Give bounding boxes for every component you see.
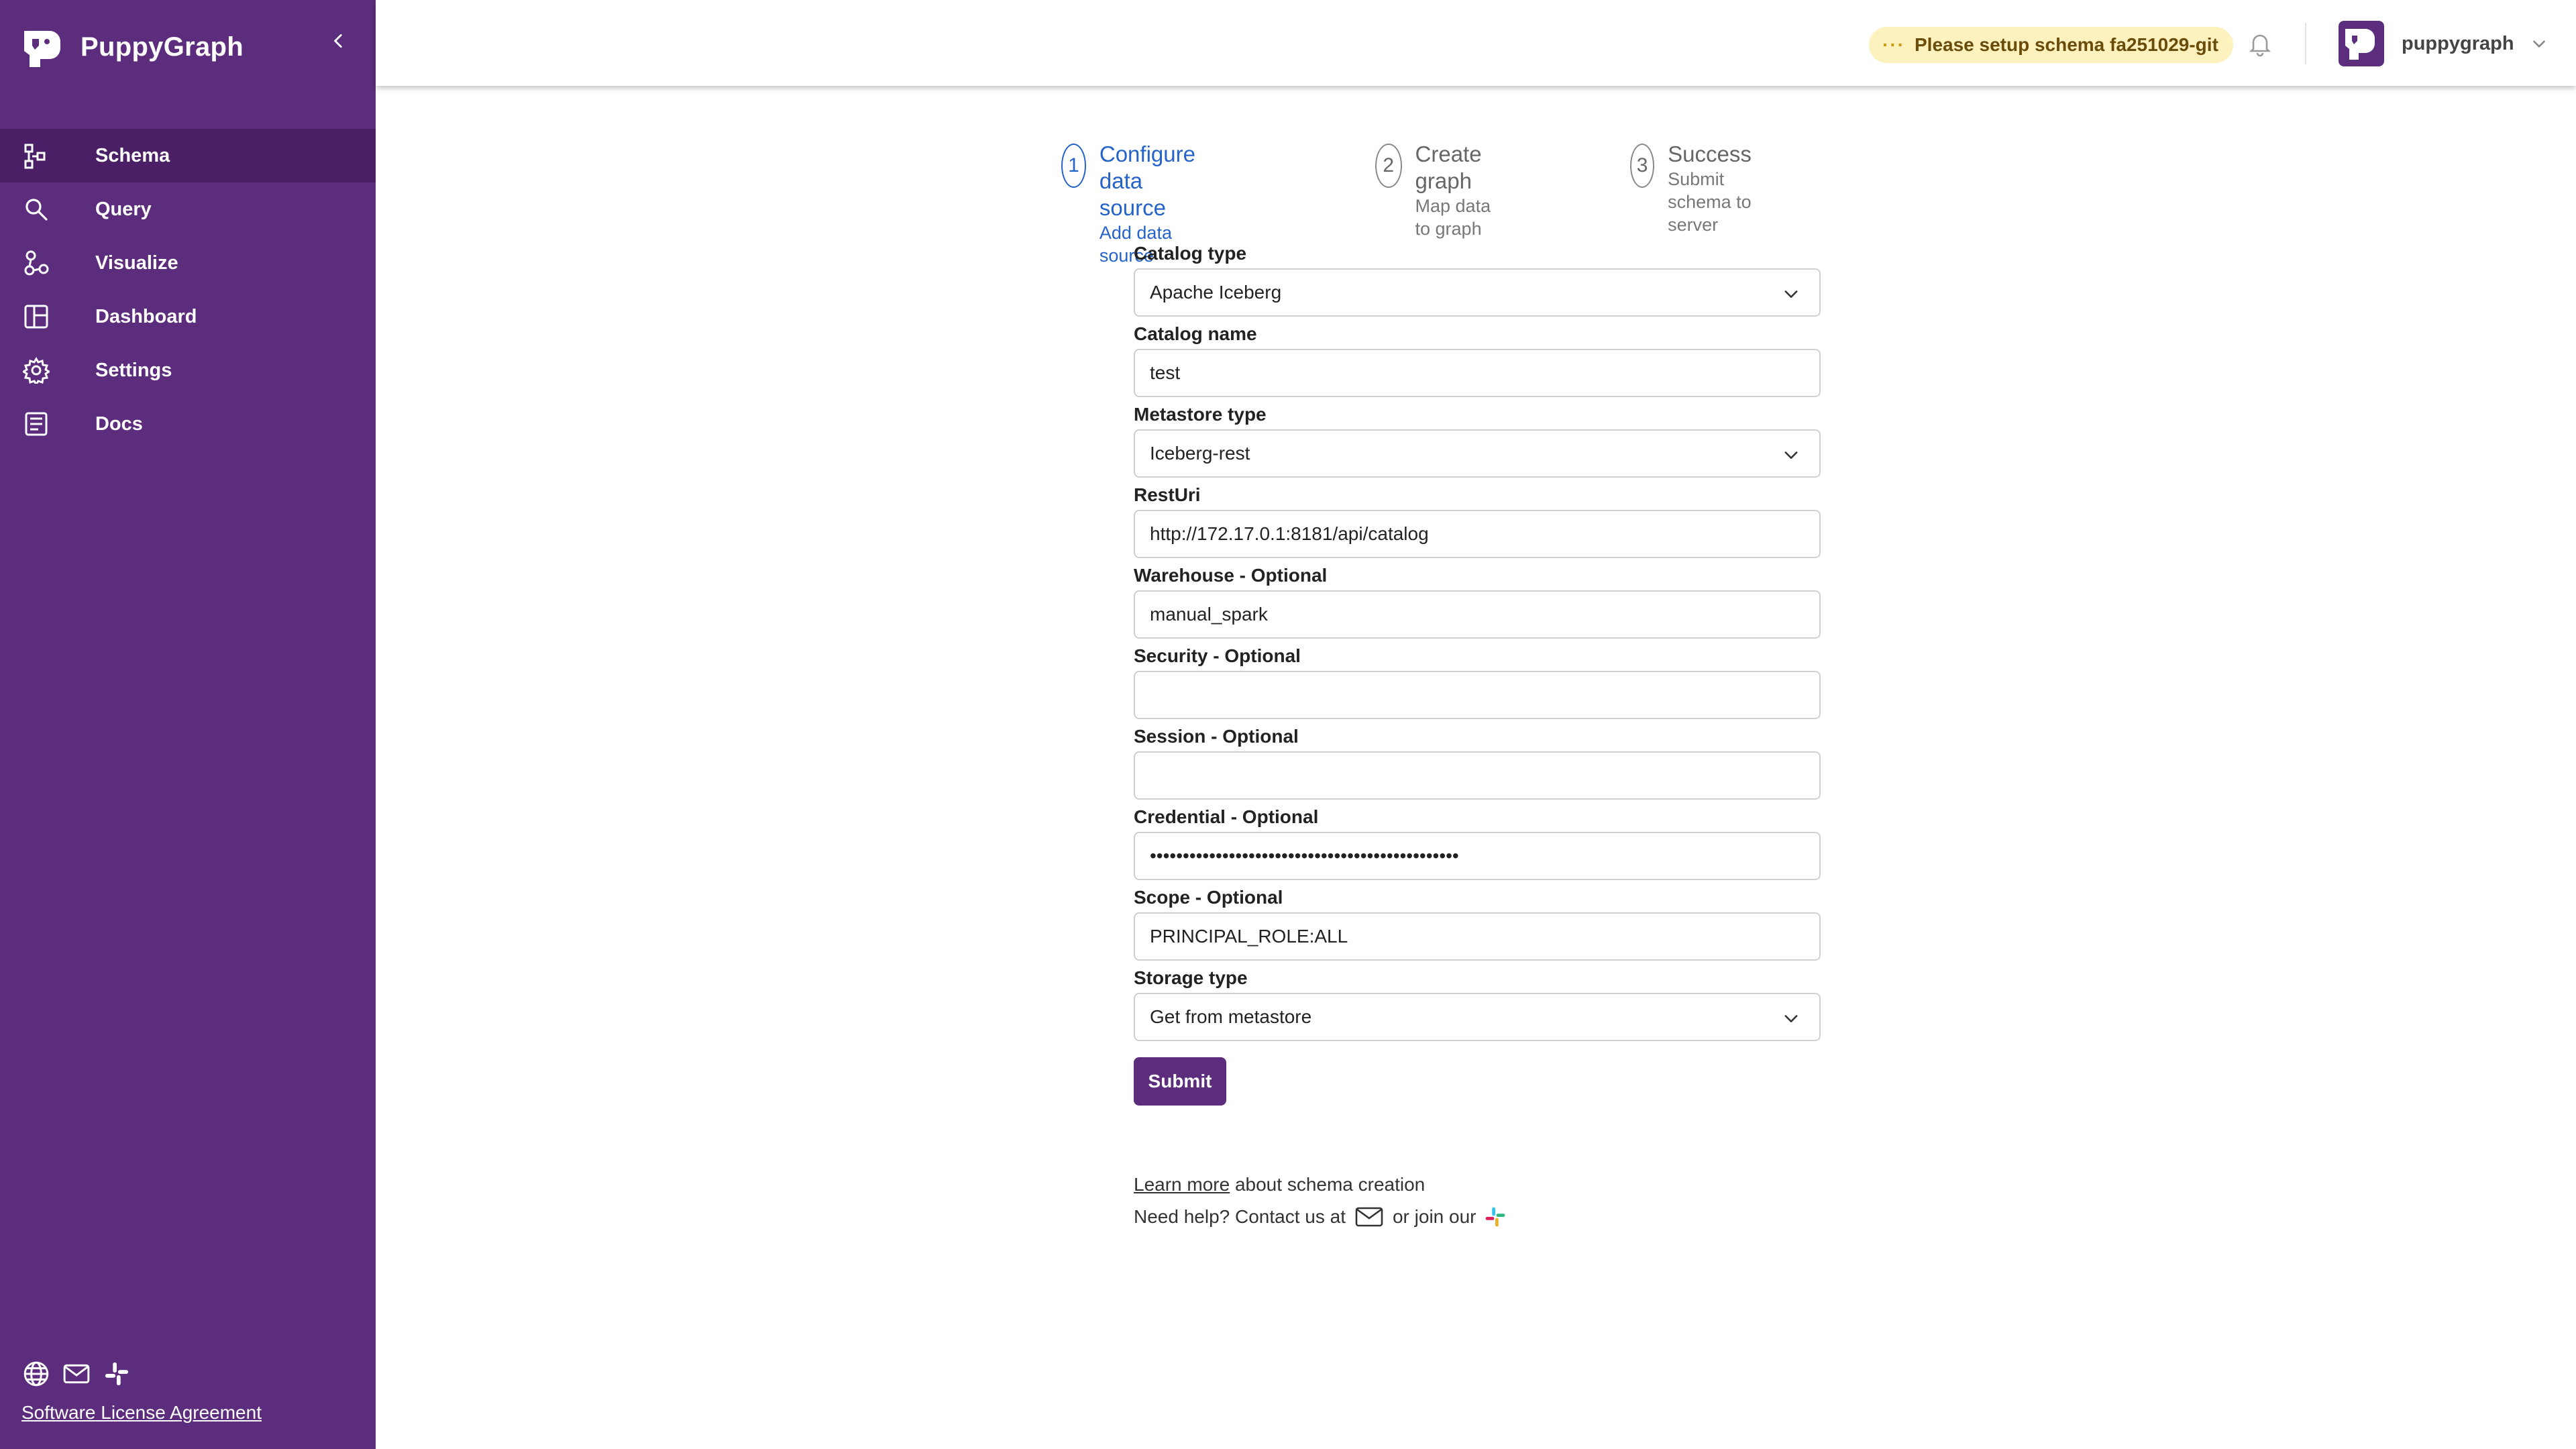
step-subtitle: Submit schema to server [1668, 169, 1752, 235]
sidebar-footer-icons [21, 1359, 142, 1389]
sidebar-item-label: Docs [95, 413, 143, 435]
chevron-down-icon [2530, 34, 2549, 53]
selected-value: Get from metastore [1150, 1006, 1312, 1027]
step-create-graph: 2 Create graph Map data to graph [1375, 141, 1499, 240]
visualize-icon [23, 250, 50, 276]
or-join-text: or join our [1392, 1206, 1477, 1227]
step-title: Create graph [1415, 142, 1482, 193]
selected-value: Apache Iceberg [1150, 282, 1282, 303]
search-icon [23, 196, 50, 223]
field-label: Scope - Optional [1134, 887, 1283, 908]
warehouse-input[interactable] [1150, 604, 1805, 625]
field-label: Security - Optional [1134, 645, 1301, 666]
step-subtitle: Map data to graph [1415, 196, 1491, 239]
catalog-name-field: Catalog name [1134, 319, 1821, 400]
security-input[interactable] [1150, 684, 1805, 706]
schema-notice-badge[interactable]: ··· Please setup schema fa251029-git [1869, 27, 2233, 63]
schema-notice-text: Please setup schema fa251029-git [1914, 34, 2218, 55]
metastore-type-select[interactable]: Iceberg-rest [1134, 429, 1821, 478]
sidebar-item-dashboard[interactable]: Dashboard [0, 290, 376, 343]
field-label: RestUri [1134, 484, 1201, 505]
mail-icon[interactable] [62, 1359, 91, 1389]
mail-icon[interactable] [1355, 1206, 1383, 1228]
sidebar-item-query[interactable]: Query [0, 182, 376, 236]
field-label: Catalog type [1134, 243, 1247, 264]
security-field: Security - Optional [1134, 641, 1821, 722]
field-label: Metastore type [1134, 404, 1267, 425]
header-divider [2305, 23, 2306, 64]
top-header: ··· Please setup schema fa251029-git pup… [376, 0, 2576, 86]
scope-field: Scope - Optional [1134, 883, 1821, 963]
storage-type-select[interactable]: Get from metastore [1134, 993, 1821, 1041]
avatar [2339, 21, 2384, 66]
contact-line: Need help? Contact us at or join our [1134, 1203, 1507, 1230]
credential-input[interactable] [1150, 845, 1805, 867]
sidebar-item-label: Settings [95, 359, 172, 381]
globe-icon[interactable] [21, 1359, 51, 1389]
slack-icon[interactable] [1485, 1205, 1507, 1228]
sidebar-nav: Schema Query Visualize Dashboard Setting… [0, 129, 376, 451]
sidebar-item-label: Schema [95, 144, 170, 166]
sidebar: PuppyGraph Schema Query Visualize Dashbo… [0, 0, 376, 1449]
step-success: 3 Success Submit schema to server [1630, 141, 1772, 236]
credential-field: Credential - Optional [1134, 802, 1821, 883]
bell-icon [2249, 34, 2271, 57]
learn-more-text: about schema creation [1234, 1174, 1426, 1195]
catalog-type-field: Catalog type Apache Iceberg [1134, 239, 1821, 319]
sidebar-item-label: Query [95, 198, 152, 220]
session-input[interactable] [1150, 765, 1805, 786]
scope-input[interactable] [1150, 926, 1805, 947]
metastore-type-field: Metastore type Iceberg-rest [1134, 400, 1821, 480]
session-field: Session - Optional [1134, 722, 1821, 802]
sidebar-item-schema[interactable]: Schema [0, 129, 376, 182]
slack-icon[interactable] [102, 1359, 131, 1389]
user-menu[interactable]: puppygraph [2339, 20, 2549, 67]
data-source-form: Catalog type Apache Iceberg Catalog name… [1134, 239, 1821, 1044]
sidebar-item-settings[interactable]: Settings [0, 343, 376, 397]
learn-more-link[interactable]: Learn more [1134, 1174, 1230, 1195]
gear-icon [23, 357, 50, 384]
collapse-sidebar-button[interactable] [325, 27, 353, 55]
field-label: Catalog name [1134, 323, 1257, 344]
dashboard-icon [23, 303, 50, 330]
sidebar-item-docs[interactable]: Docs [0, 397, 376, 451]
ellipsis-icon: ··· [1882, 34, 1905, 55]
step-title: Configure data source [1099, 142, 1195, 220]
sidebar-item-visualize[interactable]: Visualize [0, 236, 376, 290]
field-label: Credential - Optional [1134, 806, 1319, 827]
rest-uri-field: RestUri [1134, 480, 1821, 561]
sidebar-item-label: Dashboard [95, 305, 197, 327]
step-number: 2 [1375, 144, 1402, 188]
step-title: Success [1668, 142, 1752, 166]
docs-icon [23, 411, 50, 437]
puppygraph-logo-icon [24, 31, 60, 67]
user-name: puppygraph [2402, 32, 2514, 54]
catalog-type-select[interactable]: Apache Iceberg [1134, 268, 1821, 317]
field-label: Warehouse - Optional [1134, 565, 1328, 586]
warehouse-field: Warehouse - Optional [1134, 561, 1821, 641]
field-label: Storage type [1134, 967, 1248, 988]
selected-value: Iceberg-rest [1150, 443, 1250, 464]
storage-type-field: Storage type Get from metastore [1134, 963, 1821, 1044]
notifications-button[interactable] [2243, 27, 2277, 60]
license-link[interactable]: Software License Agreement [21, 1402, 262, 1424]
schema-icon [23, 142, 50, 169]
brand-name: PuppyGraph [80, 32, 244, 62]
brand[interactable]: PuppyGraph [20, 20, 244, 74]
need-help-text: Need help? Contact us at [1134, 1206, 1346, 1227]
chevron-left-icon [334, 34, 342, 48]
sidebar-item-label: Visualize [95, 252, 178, 274]
step-number: 3 [1630, 144, 1655, 188]
catalog-name-input[interactable] [1150, 362, 1805, 384]
field-label: Session - Optional [1134, 726, 1299, 747]
rest-uri-input[interactable] [1150, 523, 1805, 545]
chevron-down-icon [1784, 451, 1798, 459]
step-number: 1 [1061, 144, 1086, 188]
chevron-down-icon [1784, 290, 1798, 298]
chevron-down-icon [1784, 1015, 1798, 1022]
learn-more-line: Learn more about schema creation [1134, 1171, 1425, 1198]
submit-button[interactable]: Submit [1134, 1057, 1226, 1106]
